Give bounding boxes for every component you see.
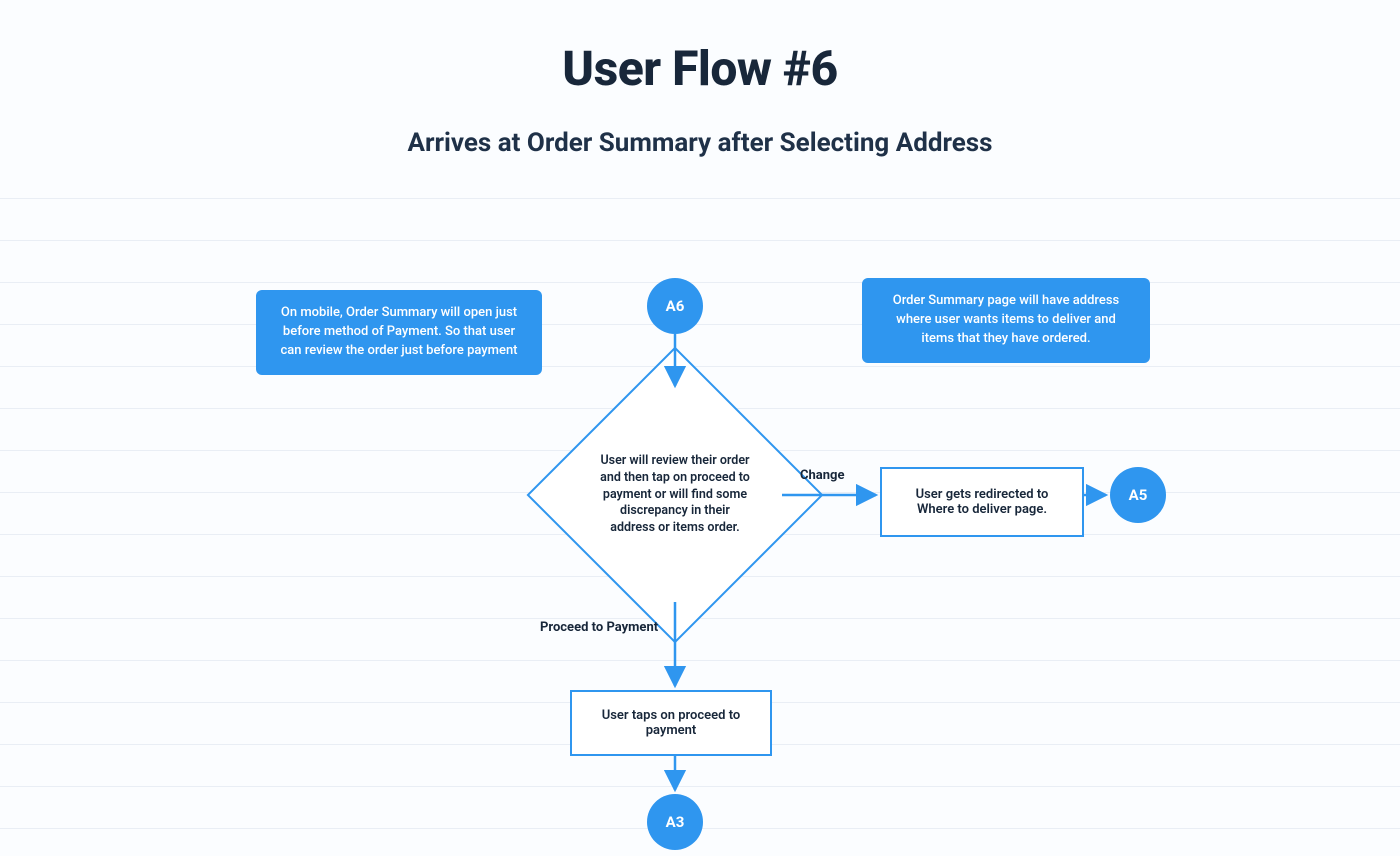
page-subtitle: Arrives at Order Summary after Selecting… — [0, 128, 1400, 158]
rule-line — [0, 198, 1400, 199]
rule-line — [0, 324, 1400, 325]
decision-text: User will review their order and then ta… — [570, 390, 780, 600]
flow-canvas: User Flow #6 Arrives at Order Summary af… — [0, 0, 1400, 856]
connector-a3: A3 — [647, 794, 703, 850]
edge-label-change: Change — [800, 468, 844, 483]
note-right: Order Summary page will have address whe… — [862, 278, 1150, 363]
decision-review-order: User will review their order and then ta… — [570, 390, 780, 600]
rule-line — [0, 786, 1400, 787]
rule-line — [0, 240, 1400, 241]
page-title: User Flow #6 — [0, 40, 1400, 97]
process-proceed: User taps on proceed to payment — [570, 690, 772, 756]
connector-a5: A5 — [1110, 467, 1166, 523]
rule-line — [0, 660, 1400, 661]
connector-a6: A6 — [647, 278, 703, 334]
rule-line — [0, 366, 1400, 367]
process-redirect: User gets redirected to Where to deliver… — [880, 467, 1084, 537]
edge-label-proceed: Proceed to Payment — [540, 620, 658, 635]
note-left: On mobile, Order Summary will open just … — [256, 290, 542, 375]
rule-line — [0, 282, 1400, 283]
